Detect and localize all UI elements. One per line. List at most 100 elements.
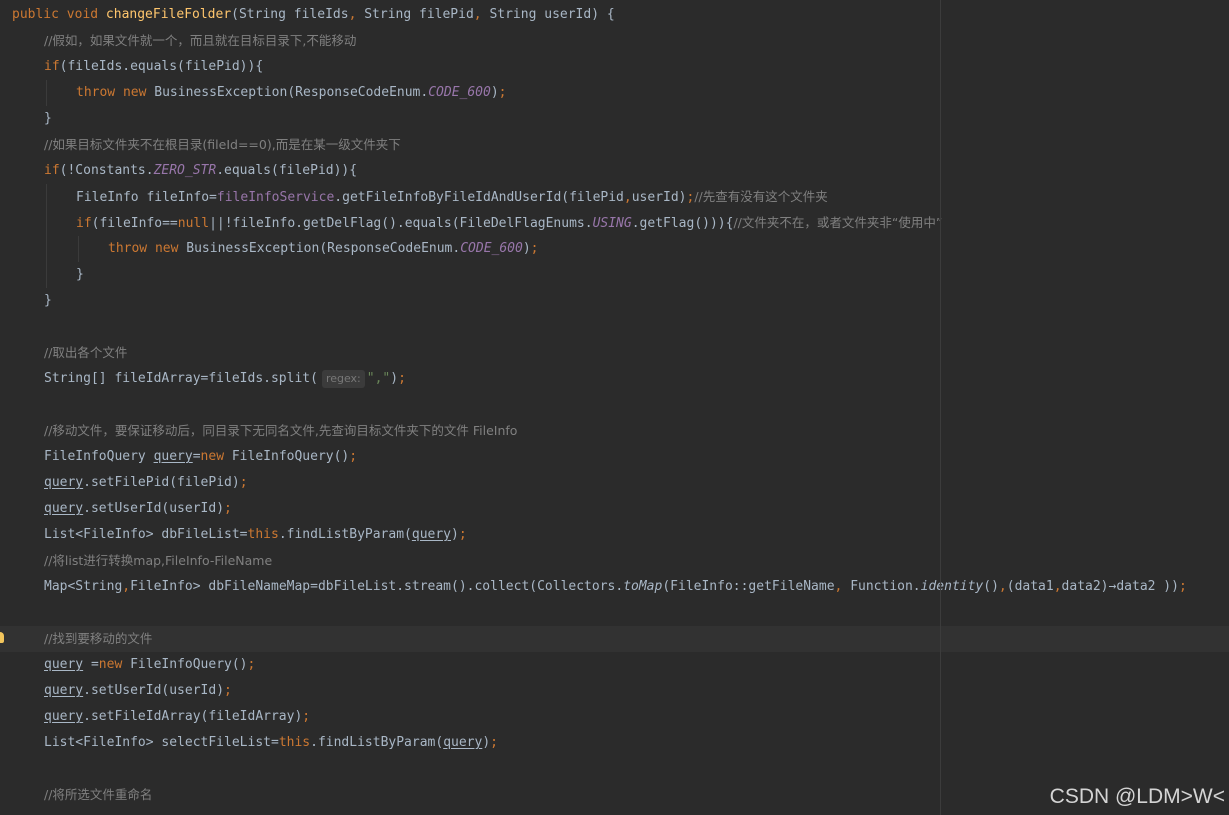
code-line[interactable]: if(fileIds.equals(filePid)){ xyxy=(0,54,1229,80)
code-token: (!Constants. xyxy=(59,163,154,178)
code-token: //找到要移动的文件 xyxy=(44,631,153,646)
code-line[interactable]: query.setFilePid(filePid); xyxy=(0,470,1229,496)
code-token: USING xyxy=(592,216,632,231)
code-token: , xyxy=(473,7,490,22)
code-text: FileInfo fileInfo=fileInfoService.getFil… xyxy=(76,184,828,210)
code-token: fileInfoService xyxy=(216,190,335,205)
lightbulb-icon[interactable] xyxy=(0,632,4,643)
code-text: query.setUserId(userId); xyxy=(44,678,232,704)
code-line[interactable]: String[] fileIdArray=fileIds.split(regex… xyxy=(0,366,1229,392)
code-token: ; xyxy=(490,735,498,750)
code-token: .setUserId(userId) xyxy=(83,501,225,516)
code-line[interactable]: //将list进行转换map,FileInfo-FileName xyxy=(0,548,1229,574)
code-token: String userId) { xyxy=(489,7,615,22)
code-line[interactable]: List<FileInfo> dbFileList=this.findListB… xyxy=(0,522,1229,548)
code-line[interactable]: public void changeFileFolder(String file… xyxy=(0,2,1229,28)
code-token: Function. xyxy=(850,579,921,594)
code-token: FileInfo> dbFileNameMap=dbFileList.strea… xyxy=(130,579,624,594)
code-line[interactable]: FileInfo fileInfo=fileInfoService.getFil… xyxy=(0,184,1229,210)
indent-guide xyxy=(46,236,47,262)
code-token: = xyxy=(83,657,99,672)
code-line[interactable]: if(!Constants.ZERO_STR.equals(filePid)){ xyxy=(0,158,1229,184)
code-token: changeFileFolder xyxy=(105,7,232,22)
code-token: //取出各个文件 xyxy=(44,345,128,360)
code-text: query.setFilePid(filePid); xyxy=(44,470,248,496)
code-line[interactable]: //将所选文件重命名 xyxy=(0,782,1229,808)
code-token: null xyxy=(177,216,210,231)
code-text: } xyxy=(44,106,52,132)
code-token: ; xyxy=(239,475,248,490)
code-line[interactable]: } xyxy=(0,106,1229,132)
code-token: userId) xyxy=(631,190,687,205)
code-token: Map<String xyxy=(44,579,123,594)
code-token: query xyxy=(44,657,84,672)
code-token: , xyxy=(834,579,851,594)
code-token: } xyxy=(76,267,84,282)
code-line[interactable]: } xyxy=(0,288,1229,314)
code-token: data2)→data2 )) xyxy=(1061,579,1179,594)
code-text: //移动文件，要保证移动后，同目录下无同名文件,先查询目标文件夹下的文件 Fil… xyxy=(44,418,517,444)
code-line[interactable]: } xyxy=(0,262,1229,288)
code-text: throw new BusinessException(ResponseCode… xyxy=(108,236,539,262)
code-text: if(fileIds.equals(filePid)){ xyxy=(44,54,263,80)
code-token: ; xyxy=(302,709,311,724)
code-token: (FileInfo::getFileName xyxy=(662,579,835,594)
code-line[interactable]: query =new FileInfoQuery(); xyxy=(0,652,1229,678)
code-line[interactable]: //找到要移动的文件 xyxy=(0,626,1229,652)
code-token: //文件夹不在，或者文件夹非“使用中” xyxy=(733,215,943,230)
code-token: ; xyxy=(398,371,406,386)
code-line[interactable]: query.setUserId(userId); xyxy=(0,678,1229,704)
code-line[interactable]: //取出各个文件 xyxy=(0,340,1229,366)
code-token: //先查有没有这个文件夹 xyxy=(694,189,828,204)
indent-guide xyxy=(46,184,47,210)
code-line[interactable]: FileInfoQuery query=new FileInfoQuery(); xyxy=(0,444,1229,470)
code-token: .findListByParam( xyxy=(278,527,412,542)
code-line[interactable] xyxy=(0,756,1229,782)
code-token: ; xyxy=(458,527,467,542)
code-line[interactable]: //移动文件，要保证移动后，同目录下无同名文件,先查询目标文件夹下的文件 Fil… xyxy=(0,418,1229,444)
code-token: , xyxy=(998,579,1007,594)
code-token: "," xyxy=(366,371,391,386)
code-token: if xyxy=(44,59,60,74)
code-token: new xyxy=(200,449,232,464)
code-text: query =new FileInfoQuery(); xyxy=(44,652,255,678)
code-token: ||!fileInfo.getDelFlag().equals(FileDelF… xyxy=(209,216,593,231)
code-token: query xyxy=(44,475,84,490)
code-token: } xyxy=(44,293,52,308)
code-token: CODE_600 xyxy=(460,241,523,256)
code-token: if xyxy=(44,163,60,178)
code-token: FileInfoQuery xyxy=(44,449,154,464)
code-token: (String fileIds xyxy=(231,7,349,22)
code-token: String filePid xyxy=(364,7,474,22)
code-line[interactable] xyxy=(0,314,1229,340)
code-text: FileInfoQuery query=new FileInfoQuery(); xyxy=(44,444,357,470)
code-token: (data1 xyxy=(1006,579,1054,594)
code-token: () xyxy=(983,579,999,594)
code-token: //将所选文件重命名 xyxy=(44,787,153,802)
code-token: , xyxy=(348,7,365,22)
code-editor[interactable]: //将所选文件重命名 List<FileInfo> selectFileList=… xyxy=(0,0,1229,815)
code-token: ; xyxy=(1178,579,1187,594)
code-token: FileInfo fileInfo= xyxy=(76,190,217,205)
code-text: //将list进行转换map,FileInfo-FileName xyxy=(44,548,272,574)
code-line[interactable] xyxy=(0,392,1229,418)
code-token: .getFileInfoByFileIdAndUserId(filePid xyxy=(334,190,624,205)
code-line[interactable]: throw new BusinessException(ResponseCode… xyxy=(0,236,1229,262)
code-line[interactable]: //假如，如果文件就一个，而且就在目标目录下,不能移动 xyxy=(0,28,1229,54)
code-token: //如果目标文件夹不在根目录(fileId==0),而是在某一级文件夹下 xyxy=(44,137,401,152)
code-token: FileInfoQuery() xyxy=(130,657,248,672)
code-line[interactable] xyxy=(0,600,1229,626)
code-text: //如果目标文件夹不在根目录(fileId==0),而是在某一级文件夹下 xyxy=(44,132,401,158)
code-line[interactable]: List<FileInfo> selectFileList=this.findL… xyxy=(0,730,1229,756)
code-token: //将list进行转换map,FileInfo-FileName xyxy=(44,553,273,568)
code-line[interactable]: throw new BusinessException(ResponseCode… xyxy=(0,80,1229,106)
indent-guide xyxy=(46,80,47,106)
code-token: List<FileInfo> selectFileList= xyxy=(44,735,279,750)
code-line[interactable]: query.setUserId(userId); xyxy=(0,496,1229,522)
code-line[interactable]: query.setFileIdArray(fileIdArray); xyxy=(0,704,1229,730)
code-line[interactable]: Map<String, FileInfo> dbFileNameMap=dbFil… xyxy=(0,574,1229,600)
code-line[interactable]: if(fileInfo==null||!fileInfo.getDelFlag(… xyxy=(0,210,1229,236)
code-line[interactable]: //如果目标文件夹不在根目录(fileId==0),而是在某一级文件夹下 xyxy=(0,132,1229,158)
code-text: List<FileInfo> selectFileList=this.findL… xyxy=(44,730,498,756)
code-token: public void xyxy=(12,7,106,22)
